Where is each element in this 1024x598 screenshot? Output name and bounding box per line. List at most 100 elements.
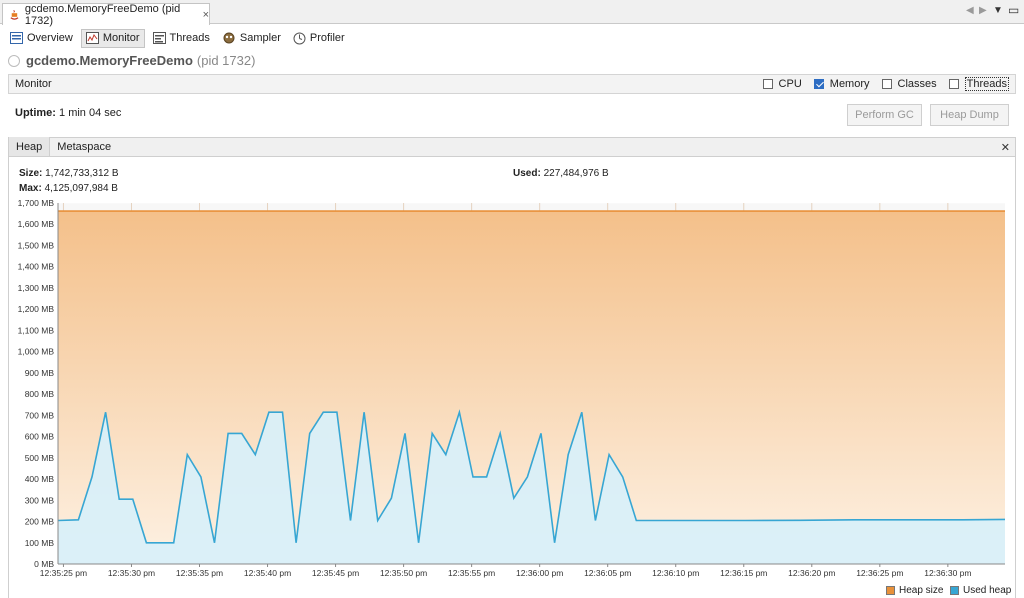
heap-size-value: 1,742,733,312 B xyxy=(45,168,119,179)
x-tick-label: 12:36:00 pm xyxy=(516,568,563,578)
x-tick-label: 12:35:35 pm xyxy=(176,568,223,578)
x-tick-label: 12:36:30 pm xyxy=(924,568,971,578)
dropdown-icon[interactable]: ▼ xyxy=(993,5,1003,16)
x-tick-label: 12:36:20 pm xyxy=(788,568,835,578)
x-tick-label: 12:35:30 pm xyxy=(108,568,155,578)
tool-tabs: Overview Monitor Threads Sampler Profile… xyxy=(0,28,1024,48)
y-tick-label: 1,700 MB xyxy=(18,198,55,208)
heap-max-value: 4,125,097,984 B xyxy=(44,183,118,194)
page-title: gcdemo.MemoryFreeDemo (pid 1732) xyxy=(8,53,255,68)
heap-chart: 0 MB100 MB200 MB300 MB400 MB500 MB600 MB… xyxy=(18,198,1006,578)
tab-profiler[interactable]: Profiler xyxy=(289,29,349,48)
process-name: gcdemo.MemoryFreeDemo xyxy=(26,53,193,68)
checkbox-unchecked-icon xyxy=(948,79,959,89)
y-tick-label: 500 MB xyxy=(25,453,55,463)
overview-icon xyxy=(10,32,23,44)
sampler-icon xyxy=(223,32,235,44)
y-tick-label: 200 MB xyxy=(25,517,55,527)
perform-gc-button[interactable]: Perform GC xyxy=(847,104,922,126)
tab-threads-label: Threads xyxy=(169,32,210,44)
heap-max-stat: Max: 4,125,097,984 B xyxy=(19,183,118,194)
classes-checkbox-label: Classes xyxy=(897,78,937,90)
x-tick-label: 12:35:40 pm xyxy=(244,568,291,578)
cpu-checkbox-label: CPU xyxy=(778,78,802,90)
x-tick-label: 12:36:25 pm xyxy=(856,568,903,578)
heap-size-stat: Size: 1,742,733,312 B xyxy=(19,168,119,179)
tab-overview-label: Overview xyxy=(27,32,73,44)
close-panel-icon[interactable]: ✕ xyxy=(1001,141,1010,154)
scroll-right-icon[interactable]: ▶ xyxy=(979,5,987,16)
process-tab[interactable]: gcdemo.MemoryFreeDemo (pid 1732) × xyxy=(2,2,210,27)
checkbox-unchecked-icon xyxy=(762,79,773,89)
tab-threads[interactable]: Threads xyxy=(149,29,214,48)
y-tick-label: 1,600 MB xyxy=(18,219,55,229)
tab-monitor-label: Monitor xyxy=(102,32,140,44)
checkbox-checked-icon xyxy=(813,79,824,89)
monitor-title: Monitor xyxy=(15,78,52,90)
uptime-label: Uptime: xyxy=(15,107,56,119)
memory-checkbox[interactable]: Memory xyxy=(813,78,870,90)
cpu-checkbox[interactable]: CPU xyxy=(762,78,802,90)
x-tick-label: 12:35:55 pm xyxy=(448,568,495,578)
legend-swatch-used-heap xyxy=(950,586,959,595)
heap-tabs: Heap Metaspace ✕ xyxy=(9,137,1015,157)
x-axis: 12:35:25 pm 12:35:30 pm 12:35:35 pm 12:35:4… xyxy=(40,564,971,578)
tab-metaspace[interactable]: Metaspace xyxy=(50,137,118,156)
x-tick-label: 12:36:15 pm xyxy=(720,568,767,578)
heap-used-label: Used: xyxy=(513,168,541,179)
x-tick-label: 12:35:50 pm xyxy=(380,568,427,578)
checkbox-unchecked-icon xyxy=(881,79,892,89)
heap-used-value: 227,484,976 B xyxy=(543,168,609,179)
classes-checkbox[interactable]: Classes xyxy=(881,78,937,90)
heap-size-label: Size: xyxy=(19,168,43,179)
close-icon[interactable]: × xyxy=(203,9,209,21)
editor-tab-strip: gcdemo.MemoryFreeDemo (pid 1732) × ◀ ▶ ▼… xyxy=(0,0,1024,27)
threads-checkbox[interactable]: Threads xyxy=(948,77,1009,91)
threads-icon xyxy=(152,32,166,44)
process-tab-label: gcdemo.MemoryFreeDemo (pid 1732) xyxy=(24,2,181,27)
x-tick-label: 12:36:10 pm xyxy=(652,568,699,578)
y-tick-label: 600 MB xyxy=(25,432,55,442)
monitor-header: Monitor CPU Memory Classes Threads xyxy=(8,74,1016,94)
x-tick-label: 12:35:25 pm xyxy=(40,568,87,578)
y-tick-label: 1,300 MB xyxy=(18,283,55,293)
uptime-value: 1 min 04 sec xyxy=(59,107,122,119)
tab-overview[interactable]: Overview xyxy=(6,29,77,48)
legend-label-used-heap: Used heap xyxy=(963,585,1012,596)
legend-swatch-heap-size xyxy=(886,586,895,595)
y-tick-label: 400 MB xyxy=(25,474,55,484)
threads-checkbox-label: Threads xyxy=(964,77,1009,91)
tab-sampler-label: Sampler xyxy=(239,32,281,44)
tab-sampler[interactable]: Sampler xyxy=(218,29,285,48)
uptime: Uptime: 1 min 04 sec xyxy=(15,107,121,119)
y-tick-label: 1,000 MB xyxy=(18,347,55,357)
x-tick-label: 12:36:05 pm xyxy=(584,568,631,578)
maximize-icon[interactable]: ▭ xyxy=(1008,3,1019,17)
chart-series xyxy=(57,203,1006,565)
monitor-icon xyxy=(85,32,99,44)
heap-max-label: Max: xyxy=(19,183,42,194)
tab-heap[interactable]: Heap xyxy=(9,137,51,156)
heap-used-stat: Used: 227,484,976 B xyxy=(513,168,609,179)
memory-checkbox-label: Memory xyxy=(829,78,870,90)
y-tick-label: 100 MB xyxy=(25,538,55,548)
x-tick-label: 12:35:45 pm xyxy=(312,568,359,578)
heap-dump-button[interactable]: Heap Dump xyxy=(930,104,1009,126)
y-tick-label: 900 MB xyxy=(25,368,55,378)
tab-profiler-label: Profiler xyxy=(309,32,345,44)
profiler-icon xyxy=(293,32,306,44)
y-tick-label: 300 MB xyxy=(25,495,55,505)
tab-monitor[interactable]: Monitor xyxy=(80,28,145,48)
legend-heap-size: Heap size xyxy=(886,585,943,596)
legend-label-heap-size: Heap size xyxy=(899,585,944,596)
legend-used-heap: Used heap xyxy=(950,585,1011,596)
y-tick-label: 1,100 MB xyxy=(18,325,55,335)
y-tick-label: 800 MB xyxy=(25,389,55,399)
java-app-icon xyxy=(10,9,19,20)
y-tick-label: 1,200 MB xyxy=(18,304,55,314)
status-spinner-icon xyxy=(8,54,20,67)
process-pid: (pid 1732) xyxy=(196,53,256,68)
y-axis: 0 MB100 MB200 MB300 MB400 MB500 MB600 MB… xyxy=(18,198,55,569)
scroll-left-icon[interactable]: ◀ xyxy=(966,5,974,16)
y-tick-label: 1,500 MB xyxy=(18,240,55,250)
